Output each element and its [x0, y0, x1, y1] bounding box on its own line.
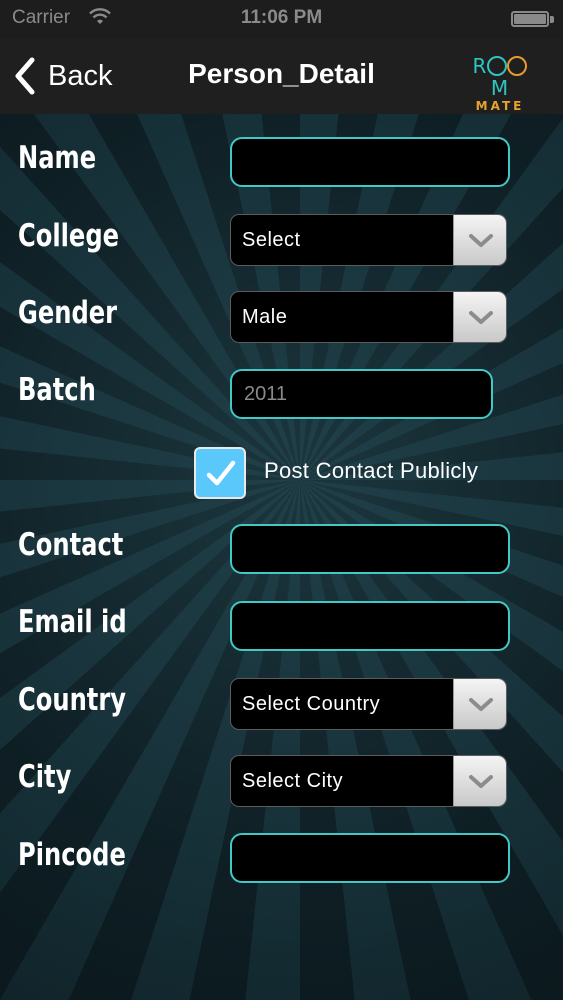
- roommate-logo: RM MATE: [465, 54, 535, 113]
- logo-o-icon: [507, 56, 528, 76]
- post-contact-checkbox[interactable]: [194, 447, 246, 499]
- batch-label: Batch: [18, 372, 96, 408]
- college-dropdown[interactable]: Select: [230, 214, 507, 266]
- battery-icon: [511, 11, 549, 27]
- name-label: Name: [18, 140, 97, 176]
- gender-dropdown-button[interactable]: [453, 292, 506, 342]
- city-dropdown[interactable]: Select City: [230, 755, 507, 807]
- country-dropdown[interactable]: Select Country: [230, 678, 507, 730]
- contact-input[interactable]: [230, 524, 510, 574]
- post-contact-label: Post Contact Publicly: [264, 458, 479, 483]
- country-selected-value: Select Country: [242, 693, 381, 715]
- status-time: 11:06 PM: [240, 7, 323, 28]
- battery-tip: [550, 16, 554, 23]
- college-dropdown-button[interactable]: [453, 215, 506, 265]
- logo-tagline: MATE: [475, 99, 525, 113]
- chevron-down-icon: [469, 234, 493, 247]
- chevron-down-icon: [469, 775, 493, 788]
- gender-selected-value: Male: [242, 306, 288, 328]
- email-input[interactable]: [230, 601, 510, 651]
- college-selected-value: Select: [242, 229, 301, 251]
- logo-letter-r: R: [472, 54, 488, 78]
- pincode-input[interactable]: [230, 833, 510, 883]
- city-dropdown-button[interactable]: [453, 756, 506, 806]
- college-label: College: [18, 218, 120, 254]
- name-input[interactable]: [230, 137, 510, 187]
- logo-o-icon: [487, 56, 508, 76]
- app-screen: Carrier 11:06 PM Back Person_Detail RM M…: [0, 0, 563, 1000]
- gender-label: Gender: [18, 295, 118, 331]
- email-label: Email id: [18, 604, 127, 640]
- country-label: Country: [18, 682, 127, 718]
- navigation-bar: Back Person_Detail RM MATE: [0, 38, 563, 114]
- contact-label: Contact: [18, 527, 124, 563]
- logo-letter-m: M: [490, 76, 510, 100]
- checkmark-icon: [206, 460, 236, 486]
- gender-dropdown[interactable]: Male: [230, 291, 507, 343]
- status-bar: Carrier 11:06 PM: [0, 0, 563, 38]
- chevron-down-icon: [469, 698, 493, 711]
- batch-placeholder: 2011: [244, 383, 288, 405]
- chevron-down-icon: [469, 311, 493, 324]
- city-selected-value: Select City: [242, 770, 344, 792]
- country-dropdown-button[interactable]: [453, 679, 506, 729]
- city-label: City: [18, 759, 72, 795]
- batch-input[interactable]: 2011: [230, 369, 493, 419]
- pincode-label: Pincode: [18, 837, 126, 873]
